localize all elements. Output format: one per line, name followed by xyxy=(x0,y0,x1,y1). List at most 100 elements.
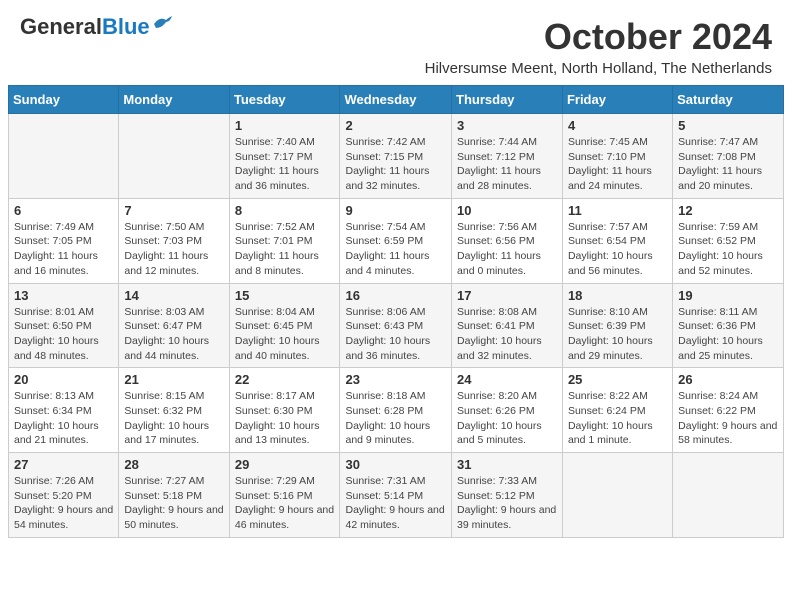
calendar-cell: 26 Sunrise: 8:24 AM Sunset: 6:22 PM Dayli… xyxy=(673,368,784,453)
day-number: 30 xyxy=(345,457,446,472)
calendar-cell: 9 Sunrise: 7:54 AM Sunset: 6:59 PM Daylig… xyxy=(340,198,452,283)
day-info: Sunrise: 7:59 AM Sunset: 6:52 PM Dayligh… xyxy=(678,220,778,279)
day-info: Sunrise: 8:15 AM Sunset: 6:32 PM Dayligh… xyxy=(124,389,223,448)
calendar-cell: 20Sunrise: 8:13 AM Sunset: 6:34 PM Dayli… xyxy=(9,368,119,453)
day-number: 26 xyxy=(678,372,778,387)
calendar-cell xyxy=(562,453,672,538)
calendar-header: SundayMondayTuesdayWednesdayThursdayFrid… xyxy=(9,86,784,114)
day-number: 13 xyxy=(14,288,113,303)
day-info: Sunrise: 7:26 AM Sunset: 5:20 PM Dayligh… xyxy=(14,474,113,533)
week-row-5: 27 Sunrise: 7:26 AM Sunset: 5:20 PM Dayli… xyxy=(9,453,784,538)
calendar-cell: 12 Sunrise: 7:59 AM Sunset: 6:52 PM Dayli… xyxy=(673,198,784,283)
calendar-cell: 5 Sunrise: 7:47 AM Sunset: 7:08 PM Daylig… xyxy=(673,114,784,199)
day-info: Sunrise: 7:56 AM Sunset: 6:56 PM Dayligh… xyxy=(457,220,557,279)
calendar-table: SundayMondayTuesdayWednesdayThursdayFrid… xyxy=(8,85,784,538)
day-header-thursday: Thursday xyxy=(452,86,563,114)
day-info: Sunrise: 8:08 AM Sunset: 6:41 PM Dayligh… xyxy=(457,305,557,364)
day-number: 8 xyxy=(235,203,335,218)
day-header-tuesday: Tuesday xyxy=(229,86,340,114)
location-title: Hilversumse Meent, North Holland, The Ne… xyxy=(425,60,772,77)
day-info: Sunrise: 7:31 AM Sunset: 5:14 PM Dayligh… xyxy=(345,474,446,533)
day-number: 22 xyxy=(235,372,335,387)
day-number: 16 xyxy=(345,288,446,303)
day-number: 17 xyxy=(457,288,557,303)
day-number: 7 xyxy=(124,203,223,218)
day-info: Sunrise: 7:42 AM Sunset: 7:15 PM Dayligh… xyxy=(345,135,446,194)
day-info: Sunrise: 8:06 AM Sunset: 6:43 PM Dayligh… xyxy=(345,305,446,364)
day-number: 5 xyxy=(678,118,778,133)
day-info: Sunrise: 7:54 AM Sunset: 6:59 PM Dayligh… xyxy=(345,220,446,279)
day-header-saturday: Saturday xyxy=(673,86,784,114)
calendar-cell: 15 Sunrise: 8:04 AM Sunset: 6:45 PM Dayli… xyxy=(229,283,340,368)
calendar-cell: 13Sunrise: 8:01 AM Sunset: 6:50 PM Dayli… xyxy=(9,283,119,368)
day-number: 1 xyxy=(235,118,335,133)
day-number: 19 xyxy=(678,288,778,303)
calendar-cell: 10 Sunrise: 7:56 AM Sunset: 6:56 PM Dayli… xyxy=(452,198,563,283)
day-info: Sunrise: 7:29 AM Sunset: 5:16 PM Dayligh… xyxy=(235,474,335,533)
calendar-cell: 2 Sunrise: 7:42 AM Sunset: 7:15 PM Daylig… xyxy=(340,114,452,199)
day-number: 2 xyxy=(345,118,446,133)
day-info: Sunrise: 7:40 AM Sunset: 7:17 PM Dayligh… xyxy=(235,135,335,194)
day-info: Sunrise: 8:03 AM Sunset: 6:47 PM Dayligh… xyxy=(124,305,223,364)
calendar-cell: 18 Sunrise: 8:10 AM Sunset: 6:39 PM Dayli… xyxy=(562,283,672,368)
day-info: Sunrise: 8:11 AM Sunset: 6:36 PM Dayligh… xyxy=(678,305,778,364)
day-number: 9 xyxy=(345,203,446,218)
day-number: 15 xyxy=(235,288,335,303)
day-header-monday: Monday xyxy=(119,86,229,114)
day-number: 28 xyxy=(124,457,223,472)
calendar-cell: 23 Sunrise: 8:18 AM Sunset: 6:28 PM Dayli… xyxy=(340,368,452,453)
day-info: Sunrise: 8:24 AM Sunset: 6:22 PM Dayligh… xyxy=(678,389,778,448)
day-info: Sunrise: 7:50 AM Sunset: 7:03 PM Dayligh… xyxy=(124,220,223,279)
day-info: Sunrise: 7:45 AM Sunset: 7:10 PM Dayligh… xyxy=(568,135,667,194)
day-info: Sunrise: 7:33 AM Sunset: 5:12 PM Dayligh… xyxy=(457,474,557,533)
day-number: 14 xyxy=(124,288,223,303)
week-row-1: 1 Sunrise: 7:40 AM Sunset: 7:17 PM Daylig… xyxy=(9,114,784,199)
day-number: 18 xyxy=(568,288,667,303)
day-number: 3 xyxy=(457,118,557,133)
calendar-cell: 29 Sunrise: 7:29 AM Sunset: 5:16 PM Dayli… xyxy=(229,453,340,538)
day-info: Sunrise: 8:10 AM Sunset: 6:39 PM Dayligh… xyxy=(568,305,667,364)
day-info: Sunrise: 7:47 AM Sunset: 7:08 PM Dayligh… xyxy=(678,135,778,194)
day-info: Sunrise: 7:52 AM Sunset: 7:01 PM Dayligh… xyxy=(235,220,335,279)
calendar-cell: 11Sunrise: 7:57 AM Sunset: 6:54 PM Dayli… xyxy=(562,198,672,283)
calendar-cell: 24Sunrise: 8:20 AM Sunset: 6:26 PM Dayli… xyxy=(452,368,563,453)
day-info: Sunrise: 7:44 AM Sunset: 7:12 PM Dayligh… xyxy=(457,135,557,194)
day-number: 6 xyxy=(14,203,113,218)
day-number: 25 xyxy=(568,372,667,387)
day-info: Sunrise: 7:27 AM Sunset: 5:18 PM Dayligh… xyxy=(124,474,223,533)
day-number: 4 xyxy=(568,118,667,133)
calendar-cell xyxy=(119,114,229,199)
header-row: SundayMondayTuesdayWednesdayThursdayFrid… xyxy=(9,86,784,114)
calendar-cell xyxy=(9,114,119,199)
day-info: Sunrise: 8:17 AM Sunset: 6:30 PM Dayligh… xyxy=(235,389,335,448)
calendar-cell: 30 Sunrise: 7:31 AM Sunset: 5:14 PM Dayli… xyxy=(340,453,452,538)
calendar-cell: 7 Sunrise: 7:50 AM Sunset: 7:03 PM Daylig… xyxy=(119,198,229,283)
calendar-cell: 19 Sunrise: 8:11 AM Sunset: 6:36 PM Dayli… xyxy=(673,283,784,368)
calendar-cell xyxy=(673,453,784,538)
calendar-cell: 3 Sunrise: 7:44 AM Sunset: 7:12 PM Daylig… xyxy=(452,114,563,199)
calendar-cell: 28 Sunrise: 7:27 AM Sunset: 5:18 PM Dayli… xyxy=(119,453,229,538)
day-number: 27 xyxy=(14,457,113,472)
day-number: 29 xyxy=(235,457,335,472)
day-number: 24 xyxy=(457,372,557,387)
week-row-2: 6 Sunrise: 7:49 AM Sunset: 7:05 PM Daylig… xyxy=(9,198,784,283)
calendar-cell: 4 Sunrise: 7:45 AM Sunset: 7:10 PM Daylig… xyxy=(562,114,672,199)
calendar-cell: 17 Sunrise: 8:08 AM Sunset: 6:41 PM Dayli… xyxy=(452,283,563,368)
day-number: 23 xyxy=(345,372,446,387)
calendar-cell: 27 Sunrise: 7:26 AM Sunset: 5:20 PM Dayli… xyxy=(9,453,119,538)
day-info: Sunrise: 8:18 AM Sunset: 6:28 PM Dayligh… xyxy=(345,389,446,448)
calendar-cell: 1 Sunrise: 7:40 AM Sunset: 7:17 PM Daylig… xyxy=(229,114,340,199)
calendar-cell: 31Sunrise: 7:33 AM Sunset: 5:12 PM Dayli… xyxy=(452,453,563,538)
calendar-cell: 16 Sunrise: 8:06 AM Sunset: 6:43 PM Dayli… xyxy=(340,283,452,368)
logo-text: GeneralBlue xyxy=(20,16,150,38)
day-info: Sunrise: 7:49 AM Sunset: 7:05 PM Dayligh… xyxy=(14,220,113,279)
day-number: 10 xyxy=(457,203,557,218)
calendar-cell: 21 Sunrise: 8:15 AM Sunset: 6:32 PM Dayli… xyxy=(119,368,229,453)
day-number: 12 xyxy=(678,203,778,218)
day-number: 21 xyxy=(124,372,223,387)
page-header: GeneralBlue October 2024 Hilversumse Mee… xyxy=(0,0,792,85)
day-header-wednesday: Wednesday xyxy=(340,86,452,114)
day-header-sunday: Sunday xyxy=(9,86,119,114)
day-info: Sunrise: 8:04 AM Sunset: 6:45 PM Dayligh… xyxy=(235,305,335,364)
calendar-cell: 14 Sunrise: 8:03 AM Sunset: 6:47 PM Dayli… xyxy=(119,283,229,368)
